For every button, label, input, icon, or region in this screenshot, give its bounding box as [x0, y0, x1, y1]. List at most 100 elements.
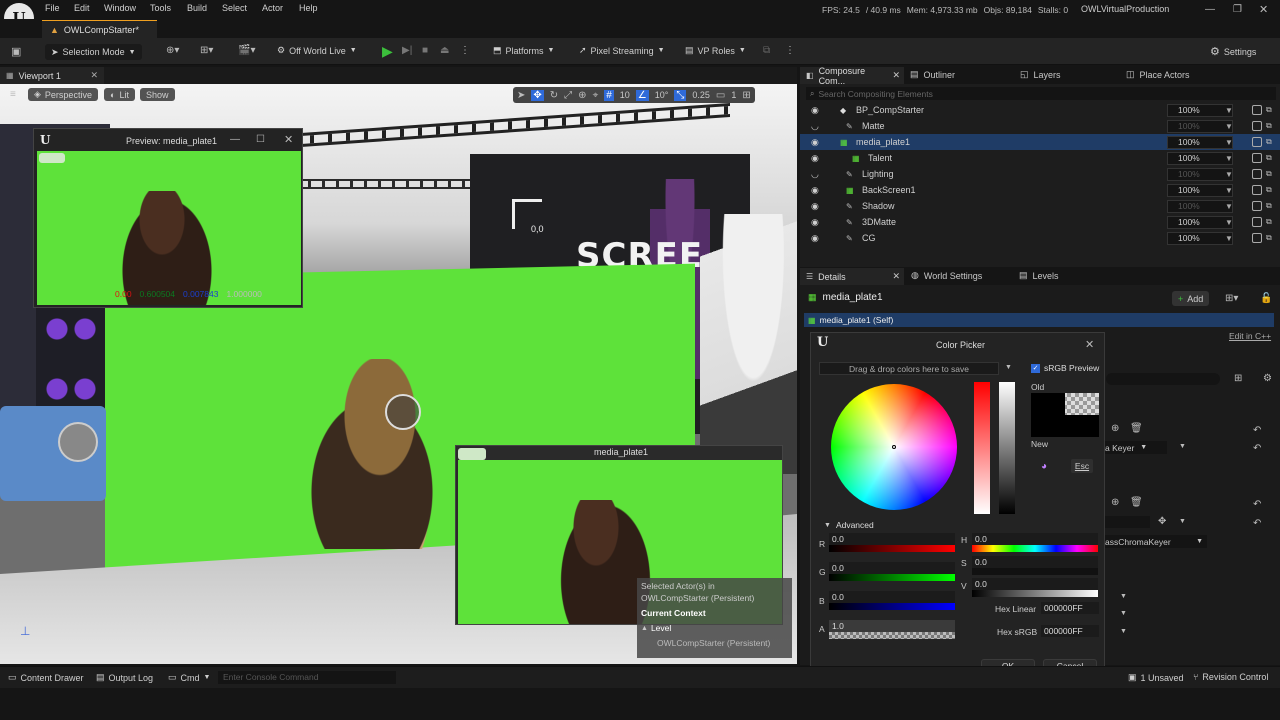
pixel-streaming-button[interactable]: ➚ Pixel Streaming ▼ — [579, 45, 665, 56]
pass-field[interactable] — [1105, 516, 1150, 528]
tree-row[interactable]: ◉ ✎ 3DMatte 100% ▼ ⧉ — [800, 214, 1280, 230]
opacity-field[interactable]: 100% — [1167, 199, 1233, 213]
tab-details[interactable]: ☰ Details ✕ — [800, 268, 904, 285]
details-search[interactable] — [1106, 373, 1220, 385]
eye-closed-icon[interactable]: ◡ — [811, 169, 819, 180]
opacity-field[interactable]: 100% — [1167, 215, 1233, 229]
v-slider[interactable] — [972, 590, 1098, 597]
save-icon[interactable]: ▣ — [11, 45, 21, 58]
r-slider[interactable] — [829, 545, 955, 552]
menu-help[interactable]: Help — [299, 3, 318, 13]
close-icon[interactable]: ✕ — [892, 70, 900, 81]
rotation-snap-value[interactable]: 10° — [655, 90, 669, 100]
saturation-slider[interactable] — [974, 382, 990, 514]
media-badge[interactable] — [458, 448, 486, 460]
tab-composure[interactable]: ◧ Composure Com... ✕ — [800, 66, 904, 86]
b-slider[interactable] — [829, 603, 955, 610]
grid-snap-value[interactable]: 10 — [620, 90, 630, 100]
freeze-checkbox[interactable] — [1252, 153, 1262, 163]
eye-icon[interactable]: ◉ — [811, 233, 819, 244]
grid-snap-icon[interactable]: # — [604, 89, 614, 101]
tree-row[interactable]: ◡ ✎ Matte 100% ▼ ⧉ — [800, 118, 1280, 134]
viewport-tab[interactable]: ▦ Viewport 1 ✕ — [0, 67, 104, 84]
revision-control-button[interactable]: ⑂ Revision Control — [1193, 672, 1268, 682]
eye-closed-icon[interactable]: ◡ — [811, 121, 819, 132]
level-viewport[interactable]: SCREE 0,0 ≡ ◈ Perspective ◐ Lit Show ➤ ✥… — [0, 84, 797, 664]
settings-button[interactable]: ⚙ Settings — [1210, 45, 1256, 58]
tab-outliner[interactable]: ▤ Outliner — [910, 69, 955, 80]
chevron-down-icon[interactable]: ▼ — [1120, 593, 1127, 600]
world-space-icon[interactable]: ⊕ — [578, 90, 586, 101]
add-content-icon[interactable]: ⊕▾ — [166, 45, 179, 56]
rotate-icon[interactable]: ↻ — [550, 90, 558, 101]
minimize-icon[interactable]: — — [1205, 4, 1215, 15]
add-button[interactable]: + Add — [1172, 291, 1210, 306]
menu-file[interactable]: File — [45, 3, 60, 13]
cmd-selector[interactable]: ▭ Cmd ▼ — [168, 672, 210, 683]
advanced-toggle[interactable]: ▼ Advanced — [824, 520, 874, 530]
menu-window[interactable]: Window — [104, 3, 136, 13]
surface-snap-icon[interactable]: ⌖ — [593, 90, 599, 101]
search-input[interactable]: ⌕ Search Compositing Elements — [806, 87, 1276, 100]
lock-icon[interactable]: 🔓 — [1260, 293, 1272, 304]
tree-row[interactable]: ◉ ✎ Shadow 100% ▼ ⧉ — [800, 198, 1280, 214]
close-icon[interactable]: ✕ — [892, 271, 900, 282]
chevron-down-icon[interactable]: ▼ — [1179, 518, 1186, 525]
tab-layers[interactable]: ◱ Layers — [1020, 69, 1061, 80]
lit-button[interactable]: ◐ Lit — [104, 88, 135, 101]
tree-row[interactable]: ◉ ▦ BackScreen1 100% ▼ ⧉ — [800, 182, 1280, 198]
pick-icon[interactable]: ✥ — [1158, 516, 1166, 527]
camera-speed-value[interactable]: 1 — [731, 90, 736, 100]
freeze-checkbox[interactable] — [1252, 121, 1262, 131]
cinematics-icon[interactable]: 🎬▾ — [238, 45, 255, 56]
world-selector[interactable]: ⚙ Off World Live ▼ — [277, 45, 357, 56]
add-element-icon[interactable]: ⊕ — [1111, 423, 1119, 434]
menu-actor[interactable]: Actor — [262, 3, 283, 13]
chevron-down-icon[interactable]: ▼ — [1225, 218, 1233, 227]
chevron-down-icon[interactable]: ▼ — [1225, 106, 1233, 115]
reset-icon[interactable]: ↶ — [1253, 425, 1261, 436]
menu-tools[interactable]: Tools — [150, 3, 171, 13]
show-button[interactable]: Show — [140, 88, 175, 101]
pick-icon[interactable]: ⧉ — [1266, 137, 1272, 147]
scale-snap-icon[interactable]: ⤡ — [674, 89, 687, 101]
reset-icon[interactable]: ↶ — [1253, 499, 1261, 510]
tab-world-settings[interactable]: ◍ World Settings — [911, 270, 982, 281]
opacity-field[interactable]: 100% — [1167, 151, 1233, 165]
delete-icon[interactable]: 🗑 — [1130, 423, 1143, 434]
opacity-field[interactable]: 100% — [1167, 167, 1233, 181]
reset-icon[interactable]: ↶ — [1253, 518, 1261, 529]
eye-icon[interactable]: ◉ — [811, 201, 819, 212]
chevron-down-icon[interactable]: ▼ — [1225, 202, 1233, 211]
hamburger-icon[interactable]: ≡ — [10, 89, 16, 100]
menu-edit[interactable]: Edit — [74, 3, 90, 13]
chevron-down-icon[interactable]: ▼ — [1225, 154, 1233, 163]
gizmo-icon[interactable] — [385, 394, 421, 430]
opacity-field[interactable]: 100% — [1167, 103, 1233, 117]
tree-row[interactable]: ◉ ▦ media_plate1 100% ▼ ⧉ — [800, 134, 1280, 150]
g-field[interactable]: 0.0 — [829, 562, 955, 574]
maximize-icon[interactable]: ☐ — [256, 134, 265, 145]
opacity-field[interactable]: 100% — [1167, 183, 1233, 197]
esc-button[interactable]: Esc — [1071, 459, 1093, 473]
freeze-checkbox[interactable] — [1252, 137, 1262, 147]
tree-row[interactable]: ◉ ◆ BP_CompStarter 100% ▼ ⧉ — [800, 102, 1280, 118]
pick-icon[interactable]: ⧉ — [1266, 105, 1272, 115]
eye-icon[interactable]: ◉ — [811, 105, 819, 116]
g-slider[interactable] — [829, 574, 955, 581]
preview-badge[interactable] — [39, 153, 65, 163]
perspective-button[interactable]: ◈ Perspective — [28, 88, 98, 101]
pick-icon[interactable]: ⧉ — [1266, 233, 1272, 243]
opacity-field[interactable]: 100% — [1167, 119, 1233, 133]
opacity-field[interactable]: 100% — [1167, 135, 1233, 149]
opacity-field[interactable]: 100% — [1167, 231, 1233, 245]
v-field[interactable]: 0.0 — [972, 578, 1098, 590]
close-icon[interactable]: ✕ — [90, 70, 98, 81]
pick-icon[interactable]: ⧉ — [1266, 169, 1272, 179]
layout-icon[interactable]: ⊞ — [742, 90, 750, 101]
close-icon[interactable]: ✕ — [284, 133, 293, 146]
b-field[interactable]: 0.0 — [829, 591, 955, 603]
selection-mode-button[interactable]: ➤ Selection Mode ▼ — [45, 44, 142, 60]
play-icon[interactable]: ▶ — [382, 43, 393, 60]
menu-select[interactable]: Select — [222, 3, 247, 13]
